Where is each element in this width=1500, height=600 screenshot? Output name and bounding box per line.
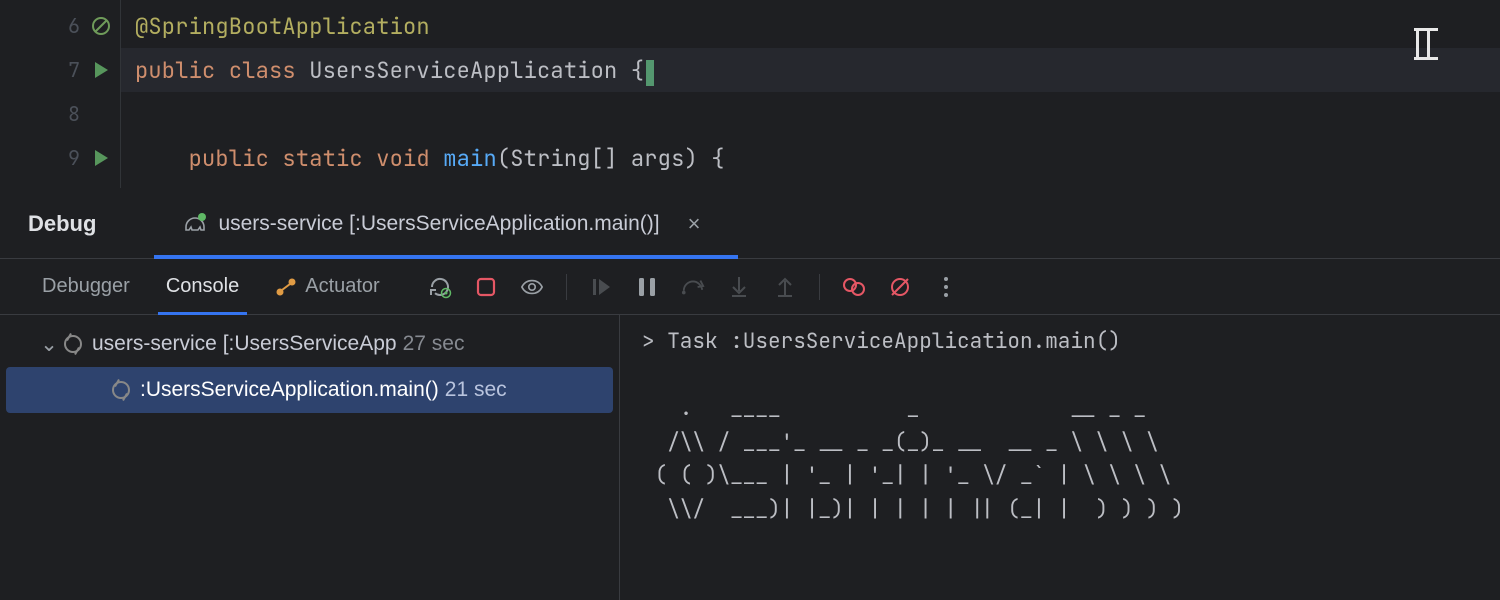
gutter-line[interactable]: 7	[0, 48, 120, 92]
tab-console[interactable]: Console	[148, 259, 257, 314]
tab-debugger[interactable]: Debugger	[24, 259, 148, 314]
debug-toolbar: Debugger Console Actuator	[0, 259, 1500, 315]
stop-button[interactable]	[474, 275, 498, 299]
debug-header: Debug users-service [:UsersServiceApplic…	[0, 189, 1500, 259]
code-line[interactable]	[121, 92, 1500, 136]
run-gutter-icon[interactable]	[90, 59, 112, 81]
code-area[interactable]: @SpringBootApplicationpublic class Users…	[120, 0, 1500, 188]
debug-content: ⌄ users-service [:UsersServiceApp 27 sec…	[0, 315, 1500, 600]
elephant-icon	[182, 213, 208, 235]
actuator-icon	[275, 276, 297, 298]
debug-run-tab[interactable]: users-service [:UsersServiceApplication.…	[174, 189, 708, 258]
gutter: 6789	[0, 0, 120, 188]
no-entry-icon[interactable]	[90, 15, 112, 37]
pause-button[interactable]	[635, 275, 659, 299]
caret-icon	[646, 60, 654, 86]
step-out-button[interactable]	[773, 275, 797, 299]
gutter-line[interactable]: 8	[0, 92, 120, 136]
tree-root-time: 27 sec	[403, 332, 465, 356]
loading-spinner-icon	[64, 335, 82, 353]
code-line[interactable]: public class UsersServiceApplication {	[121, 48, 1500, 92]
close-tab-button[interactable]: ×	[688, 211, 701, 237]
view-breakpoints-button[interactable]	[842, 275, 866, 299]
tree-child-row[interactable]: :UsersServiceApplication.main() 21 sec	[6, 367, 613, 413]
debug-run-tab-label: users-service [:UsersServiceApplication.…	[218, 212, 659, 236]
code-editor[interactable]: 6789 @SpringBootApplicationpublic class …	[0, 0, 1500, 188]
tab-actuator[interactable]: Actuator	[257, 259, 397, 314]
debug-panel-title: Debug	[28, 211, 96, 237]
gutter-line[interactable]: 9	[0, 136, 120, 180]
resume-button[interactable]	[589, 275, 613, 299]
step-over-button[interactable]	[681, 275, 705, 299]
separator	[566, 274, 567, 300]
chevron-down-icon[interactable]: ⌄	[40, 332, 58, 357]
rerun-button[interactable]	[428, 275, 452, 299]
task-tree[interactable]: ⌄ users-service [:UsersServiceApp 27 sec…	[0, 315, 620, 600]
step-into-button[interactable]	[727, 275, 751, 299]
debug-tool-window: Debug users-service [:UsersServiceApplic…	[0, 188, 1500, 600]
show-watches-button[interactable]	[520, 275, 544, 299]
tree-root-label: users-service [:UsersServiceApp	[92, 332, 397, 356]
gutter-line[interactable]: 6	[0, 4, 120, 48]
run-gutter-icon[interactable]	[90, 147, 112, 169]
code-line[interactable]: public static void main(String[] args) {	[121, 136, 1500, 180]
tree-child-time: 21 sec	[445, 378, 507, 402]
more-actions-button[interactable]	[934, 275, 958, 299]
text-cursor-icon	[1416, 28, 1430, 60]
tree-child-label: :UsersServiceApplication.main()	[140, 378, 439, 402]
tree-root-row[interactable]: ⌄ users-service [:UsersServiceApp 27 sec	[0, 321, 619, 367]
separator	[819, 274, 820, 300]
loading-spinner-icon	[112, 381, 130, 399]
console-output[interactable]: > Task :UsersServiceApplication.main() .…	[620, 315, 1500, 600]
mute-breakpoints-button[interactable]	[888, 275, 912, 299]
code-line[interactable]: @SpringBootApplication	[121, 4, 1500, 48]
